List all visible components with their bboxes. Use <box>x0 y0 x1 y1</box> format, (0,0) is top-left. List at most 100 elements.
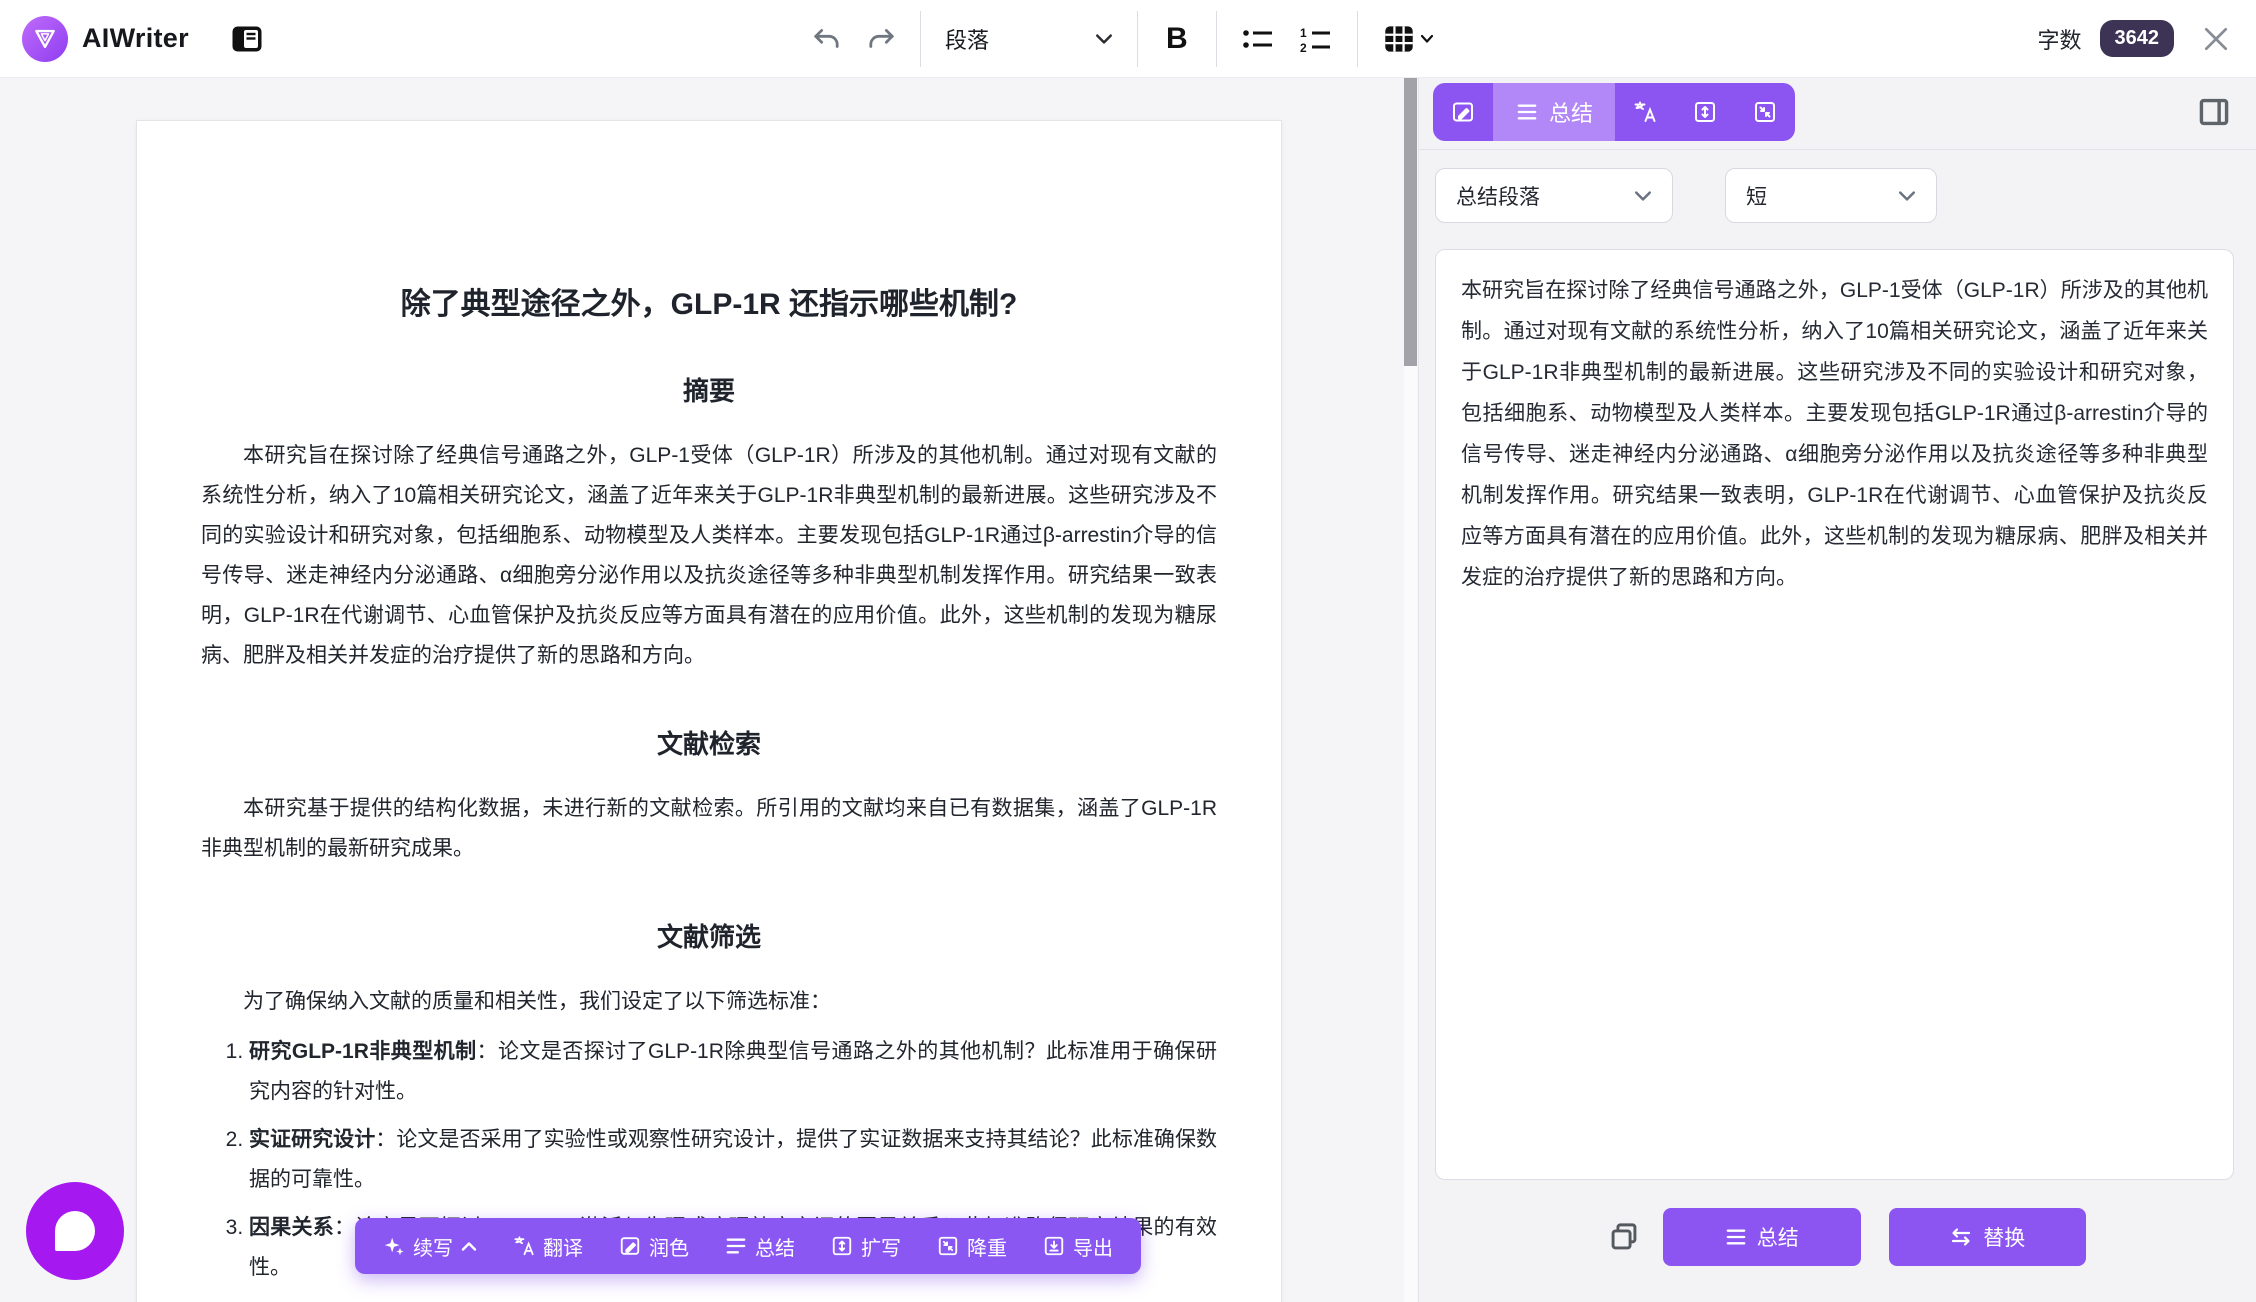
summarize-button[interactable]: 总结 <box>725 1232 795 1261</box>
tab-expand[interactable] <box>1675 83 1735 141</box>
expand-icon <box>831 1235 853 1257</box>
summary-lines-icon <box>1725 1227 1747 1247</box>
chevron-down-icon <box>1634 190 1652 202</box>
tab-summary[interactable]: 总结 <box>1493 83 1615 141</box>
insert-table-dropdown[interactable] <box>1382 23 1434 55</box>
panel-tab-row: 总结 <box>1419 78 2256 150</box>
toolbar-divider <box>1357 11 1358 67</box>
summary-lines-icon <box>1515 102 1539 122</box>
literature-search-heading: 文献检索 <box>201 724 1217 761</box>
expand-label: 扩写 <box>861 1232 901 1261</box>
translate-icon <box>1633 100 1657 124</box>
copy-icon[interactable] <box>1607 1220 1641 1254</box>
export-button[interactable]: 导出 <box>1043 1232 1113 1261</box>
reduce-duplication-button[interactable]: 降重 <box>937 1232 1007 1261</box>
paragraph-style-value: 段落 <box>945 23 989 55</box>
list-item: 实证研究设计：论文是否采用了实验性或观察性研究设计，提供了实证数据来支持其结论？… <box>249 1120 1217 1200</box>
summary-mode-value: 总结段落 <box>1456 181 1540 211</box>
summary-lines-icon <box>725 1236 747 1256</box>
chevron-up-icon <box>461 1241 477 1252</box>
list-item: 研究GLP-1R非典型机制：论文是否探讨了GLP-1R除典型信号通路之外的其他机… <box>249 1032 1217 1112</box>
brand: AIWriter <box>0 16 263 62</box>
continue-writing-button[interactable]: 续写 <box>383 1232 477 1261</box>
tab-polish[interactable] <box>1433 83 1493 141</box>
editor-scrollbar-thumb[interactable] <box>1404 78 1417 366</box>
toolbar-divider <box>1137 11 1138 67</box>
panel-tabs: 总结 <box>1433 83 1795 141</box>
sparkles-icon <box>383 1235 405 1257</box>
header-right: 字数 3642 <box>2037 0 2256 77</box>
polish-button[interactable]: 润色 <box>619 1232 689 1261</box>
main-area: 除了典型途径之外，GLP-1R 还指示哪些机制? 摘要 本研究旨在探讨除了经典信… <box>0 78 2256 1302</box>
panel-replace-button[interactable]: 替换 <box>1889 1208 2087 1266</box>
summary-result-box[interactable]: 本研究旨在探讨除了经典信号通路之外，GLP-1受体（GLP-1R）所涉及的其他机… <box>1435 249 2234 1180</box>
summary-length-value: 短 <box>1746 181 1767 211</box>
panel-collapse-icon[interactable] <box>2198 97 2230 127</box>
expand-icon <box>1693 100 1717 124</box>
summary-result-text: 本研究旨在探讨除了经典信号通路之外，GLP-1受体（GLP-1R）所涉及的其他机… <box>1461 279 2208 589</box>
chat-bubble-icon <box>55 1211 95 1251</box>
compress-icon <box>937 1235 959 1257</box>
top-toolbar: AIWriter 段落 B 12 <box>0 0 2256 78</box>
expand-button[interactable]: 扩写 <box>831 1232 901 1261</box>
redo-icon[interactable] <box>866 25 896 53</box>
chat-widget-button[interactable] <box>26 1182 124 1280</box>
criterion-desc: ：论文是否采用了实验性或观察性研究设计，提供了实证数据来支持其结论？此标准确保数… <box>249 1128 1217 1191</box>
translate-label: 翻译 <box>543 1232 583 1261</box>
bullet-list-icon[interactable] <box>1241 24 1275 54</box>
translate-button[interactable]: 翻译 <box>513 1232 583 1261</box>
paragraph-style-dropdown[interactable]: 段落 <box>945 23 1113 55</box>
pen-square-icon <box>619 1235 641 1257</box>
toolbar-divider <box>1216 11 1217 67</box>
criterion-term: 因果关系 <box>249 1216 334 1239</box>
abstract-paragraph: 本研究旨在探讨除了经典信号通路之外，GLP-1受体（GLP-1R）所涉及的其他机… <box>201 436 1217 676</box>
screening-intro-paragraph: 为了确保纳入文献的质量和相关性，我们设定了以下筛选标准： <box>201 982 1217 1022</box>
panel-summarize-label: 总结 <box>1757 1222 1799 1252</box>
summary-length-dropdown[interactable]: 短 <box>1725 168 1937 223</box>
tab-summary-label: 总结 <box>1549 96 1593 128</box>
sidebar-toggle-icon[interactable] <box>231 25 263 53</box>
editor-area: 除了典型途径之外，GLP-1R 还指示哪些机制? 摘要 本研究旨在探讨除了经典信… <box>0 78 1418 1302</box>
polish-label: 润色 <box>649 1232 689 1261</box>
summary-mode-dropdown[interactable]: 总结段落 <box>1435 168 1673 223</box>
svg-text:1: 1 <box>1300 26 1307 40</box>
criterion-term: 研究GLP-1R非典型机制 <box>249 1040 477 1063</box>
chevron-down-icon <box>1420 34 1434 44</box>
panel-replace-label: 替换 <box>1983 1222 2025 1252</box>
tab-translate[interactable] <box>1615 83 1675 141</box>
selection-toolbar: 续写 翻译 润色 总结 扩写 <box>355 1218 1141 1274</box>
export-icon <box>1043 1235 1065 1257</box>
compress-icon <box>1753 100 1777 124</box>
literature-search-paragraph: 本研究基于提供的结构化数据，未进行新的文献检索。所引用的文献均来自已有数据集，涵… <box>201 789 1217 869</box>
table-icon <box>1382 23 1416 55</box>
translate-icon <box>513 1235 535 1257</box>
aiwriter-app: AIWriter 段落 B 12 <box>0 0 2256 1302</box>
literature-screening-heading: 文献筛选 <box>201 917 1217 954</box>
continue-writing-label: 续写 <box>413 1232 453 1261</box>
panel-options-row: 总结段落 短 <box>1419 150 2256 233</box>
abstract-heading: 摘要 <box>201 371 1217 408</box>
tab-reduce[interactable] <box>1735 83 1795 141</box>
svg-text:2: 2 <box>1300 41 1307 54</box>
word-count-label: 字数 <box>2037 23 2081 55</box>
reduce-label: 降重 <box>967 1232 1007 1261</box>
format-toolbar: 段落 B 12 <box>812 0 1434 77</box>
bold-button[interactable]: B <box>1162 24 1192 54</box>
aiwriter-logo-icon <box>22 16 68 62</box>
document-page[interactable]: 除了典型途径之外，GLP-1R 还指示哪些机制? 摘要 本研究旨在探讨除了经典信… <box>136 120 1282 1302</box>
panel-footer: 总结 替换 <box>1419 1180 2256 1302</box>
criterion-term: 实证研究设计 <box>249 1128 375 1151</box>
ai-assistant-panel: 总结 总结段落 <box>1418 78 2256 1302</box>
chevron-down-icon <box>1898 190 1916 202</box>
close-icon[interactable] <box>2202 25 2230 53</box>
numbered-list-icon[interactable]: 12 <box>1299 24 1333 54</box>
panel-summarize-button[interactable]: 总结 <box>1663 1208 1861 1266</box>
chevron-down-icon <box>1095 33 1113 45</box>
toolbar-divider <box>920 11 921 67</box>
summarize-label: 总结 <box>755 1232 795 1261</box>
undo-icon[interactable] <box>812 25 842 53</box>
swap-arrows-icon <box>1949 1227 1973 1247</box>
word-count-badge: 3642 <box>2100 20 2175 57</box>
export-label: 导出 <box>1073 1232 1113 1261</box>
document-title: 除了典型途径之外，GLP-1R 还指示哪些机制? <box>201 279 1217 323</box>
